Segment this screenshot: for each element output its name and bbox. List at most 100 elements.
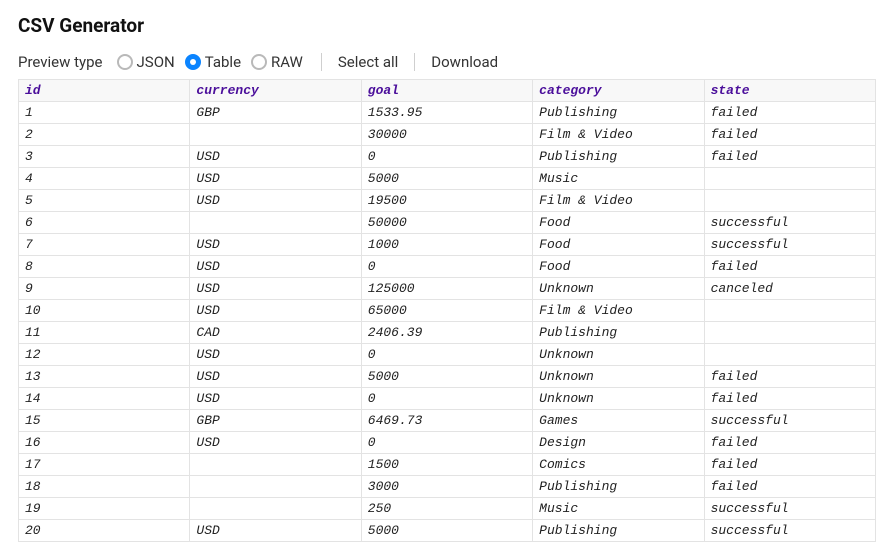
cell-currency[interactable]: GBP (190, 410, 361, 432)
cell-state[interactable]: failed (704, 454, 875, 476)
table-row[interactable]: 20USD5000Publishingsuccessful (19, 520, 876, 542)
cell-state[interactable]: failed (704, 102, 875, 124)
cell-goal[interactable]: 3000 (361, 476, 532, 498)
cell-category[interactable]: Unknown (533, 366, 704, 388)
cell-goal[interactable]: 19500 (361, 190, 532, 212)
table-row[interactable]: 13USD5000Unknownfailed (19, 366, 876, 388)
cell-id[interactable]: 7 (19, 234, 190, 256)
cell-currency[interactable] (190, 124, 361, 146)
cell-category[interactable]: Food (533, 212, 704, 234)
cell-state[interactable]: failed (704, 146, 875, 168)
table-row[interactable]: 5USD19500Film & Video (19, 190, 876, 212)
cell-state[interactable]: successful (704, 410, 875, 432)
cell-category[interactable]: Food (533, 234, 704, 256)
cell-goal[interactable]: 1533.95 (361, 102, 532, 124)
cell-category[interactable]: Unknown (533, 388, 704, 410)
cell-state[interactable] (704, 344, 875, 366)
cell-state[interactable]: failed (704, 256, 875, 278)
download-button[interactable]: Download (431, 53, 498, 71)
cell-goal[interactable]: 250 (361, 498, 532, 520)
cell-id[interactable]: 12 (19, 344, 190, 366)
cell-category[interactable]: Games (533, 410, 704, 432)
cell-state[interactable] (704, 322, 875, 344)
cell-goal[interactable]: 0 (361, 388, 532, 410)
table-row[interactable]: 16USD0Designfailed (19, 432, 876, 454)
cell-currency[interactable]: USD (190, 300, 361, 322)
cell-goal[interactable]: 0 (361, 344, 532, 366)
table-row[interactable]: 9USD125000Unknowncanceled (19, 278, 876, 300)
cell-category[interactable]: Comics (533, 454, 704, 476)
cell-currency[interactable] (190, 454, 361, 476)
select-all-button[interactable]: Select all (338, 53, 398, 71)
cell-id[interactable]: 17 (19, 454, 190, 476)
cell-category[interactable]: Film & Video (533, 190, 704, 212)
cell-goal[interactable]: 5000 (361, 520, 532, 542)
cell-category[interactable]: Publishing (533, 102, 704, 124)
cell-category[interactable]: Publishing (533, 476, 704, 498)
cell-category[interactable]: Food (533, 256, 704, 278)
table-row[interactable]: 14USD0Unknownfailed (19, 388, 876, 410)
cell-category[interactable]: Design (533, 432, 704, 454)
cell-currency[interactable]: CAD (190, 322, 361, 344)
table-row[interactable]: 12USD0Unknown (19, 344, 876, 366)
cell-id[interactable]: 9 (19, 278, 190, 300)
table-row[interactable]: 11CAD2406.39Publishing (19, 322, 876, 344)
cell-goal[interactable]: 0 (361, 256, 532, 278)
table-row[interactable]: 19 250Musicsuccessful (19, 498, 876, 520)
cell-state[interactable]: successful (704, 498, 875, 520)
table-row[interactable]: 183000Publishingfailed (19, 476, 876, 498)
table-row[interactable]: 15GBP6469.73Gamessuccessful (19, 410, 876, 432)
table-row[interactable]: 1GBP1533.95Publishingfailed (19, 102, 876, 124)
cell-goal[interactable]: 5000 (361, 168, 532, 190)
cell-currency[interactable]: USD (190, 234, 361, 256)
cell-currency[interactable]: USD (190, 344, 361, 366)
cell-currency[interactable]: USD (190, 520, 361, 542)
cell-currency[interactable]: USD (190, 388, 361, 410)
cell-category[interactable]: Unknown (533, 278, 704, 300)
radio-raw[interactable]: RAW (251, 53, 303, 71)
cell-state[interactable]: successful (704, 234, 875, 256)
cell-id[interactable]: 4 (19, 168, 190, 190)
cell-state[interactable]: failed (704, 432, 875, 454)
cell-id[interactable]: 10 (19, 300, 190, 322)
cell-id[interactable]: 1 (19, 102, 190, 124)
table-row[interactable]: 3USD0Publishingfailed (19, 146, 876, 168)
cell-goal[interactable]: 30000 (361, 124, 532, 146)
cell-goal[interactable]: 125000 (361, 278, 532, 300)
cell-state[interactable]: failed (704, 388, 875, 410)
cell-currency[interactable]: USD (190, 168, 361, 190)
cell-id[interactable]: 2 (19, 124, 190, 146)
table-row[interactable]: 8USD0Foodfailed (19, 256, 876, 278)
cell-currency[interactable]: USD (190, 278, 361, 300)
cell-currency[interactable] (190, 476, 361, 498)
cell-state[interactable] (704, 300, 875, 322)
cell-goal[interactable]: 0 (361, 432, 532, 454)
cell-currency[interactable]: USD (190, 366, 361, 388)
col-goal[interactable]: goal (361, 80, 532, 102)
cell-currency[interactable]: USD (190, 146, 361, 168)
cell-state[interactable]: successful (704, 520, 875, 542)
cell-state[interactable]: canceled (704, 278, 875, 300)
cell-id[interactable]: 6 (19, 212, 190, 234)
cell-id[interactable]: 19 (19, 498, 190, 520)
cell-goal[interactable]: 2406.39 (361, 322, 532, 344)
cell-id[interactable]: 20 (19, 520, 190, 542)
cell-category[interactable]: Film & Video (533, 124, 704, 146)
table-row[interactable]: 7USD1000Foodsuccessful (19, 234, 876, 256)
cell-category[interactable]: Music (533, 498, 704, 520)
radio-json[interactable]: JSON (117, 53, 175, 71)
cell-currency[interactable] (190, 498, 361, 520)
cell-goal[interactable]: 0 (361, 146, 532, 168)
table-row[interactable]: 650000Foodsuccessful (19, 212, 876, 234)
cell-id[interactable]: 8 (19, 256, 190, 278)
cell-currency[interactable] (190, 212, 361, 234)
cell-id[interactable]: 11 (19, 322, 190, 344)
cell-category[interactable]: Unknown (533, 344, 704, 366)
cell-goal[interactable]: 5000 (361, 366, 532, 388)
col-category[interactable]: category (533, 80, 704, 102)
cell-category[interactable]: Publishing (533, 146, 704, 168)
cell-currency[interactable]: USD (190, 256, 361, 278)
cell-currency[interactable]: USD (190, 432, 361, 454)
cell-id[interactable]: 15 (19, 410, 190, 432)
cell-id[interactable]: 3 (19, 146, 190, 168)
